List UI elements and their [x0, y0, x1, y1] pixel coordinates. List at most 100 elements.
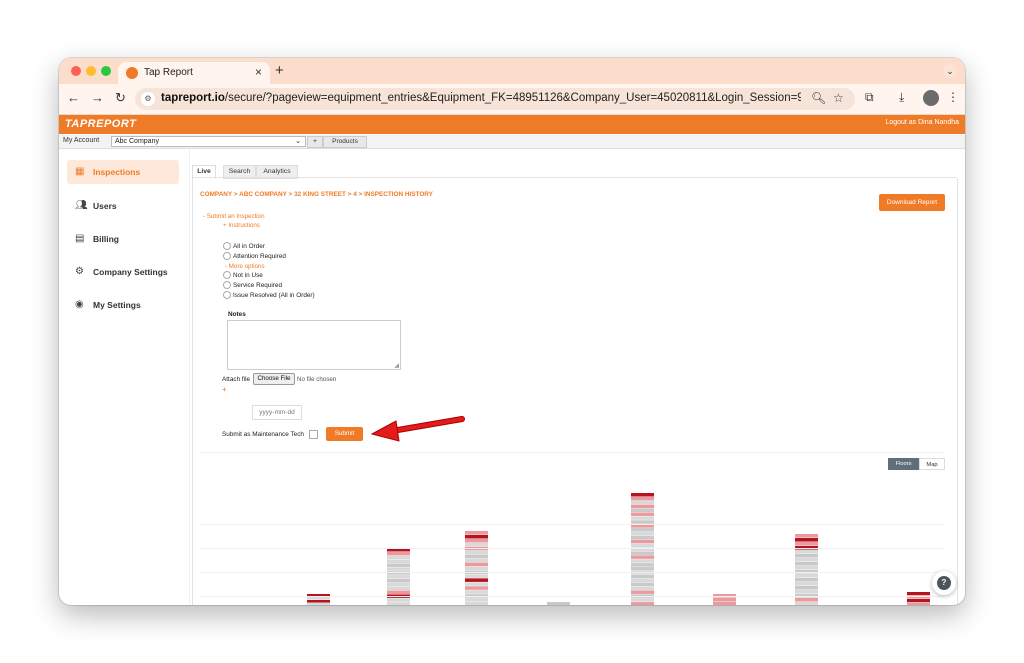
- company-select[interactable]: Abc Company ⌄: [111, 136, 306, 147]
- profile-avatar[interactable]: [923, 90, 939, 106]
- tab-title: Tap Report: [144, 67, 193, 78]
- sidebar-divider: [189, 148, 190, 605]
- sidebar-item-my-settings[interactable]: ◉ My Settings: [67, 293, 179, 317]
- maximize-window-button[interactable]: [101, 66, 111, 76]
- resize-grip-icon[interactable]: ◢: [394, 362, 399, 369]
- tapreport-logo[interactable]: TAPREPORT: [65, 118, 136, 130]
- bookmark-star-icon[interactable]: ☆: [833, 91, 844, 105]
- radio-not-in-use[interactable]: [223, 271, 231, 279]
- add-file-button[interactable]: +: [222, 385, 227, 394]
- radio-label: All in Order: [233, 243, 265, 250]
- floor-segment: [307, 600, 330, 603]
- my-account-link[interactable]: My Account: [63, 137, 99, 144]
- floor-segment: [631, 582, 654, 587]
- more-options-toggle[interactable]: - More options: [225, 263, 265, 270]
- users-icon: 👥︎: [75, 200, 88, 211]
- site-info-icon[interactable]: ⚙: [141, 92, 155, 106]
- choose-file-button[interactable]: Choose File: [253, 373, 295, 385]
- floor-segment: [631, 567, 654, 571]
- floor-segment: [631, 559, 654, 563]
- floor-segment: [387, 575, 410, 579]
- tab-search-icon[interactable]: ⌄: [943, 64, 957, 78]
- breadcrumb[interactable]: COMPANY > ABC COMPANY > 32 KING STREET >…: [200, 191, 433, 198]
- no-file-text: No file chosen: [297, 376, 337, 383]
- browser-tab[interactable]: Tap Report ×: [118, 62, 270, 84]
- radio-attention-required[interactable]: [223, 252, 231, 260]
- floor-segment: [631, 512, 654, 516]
- floor-segment: [631, 586, 654, 591]
- help-button[interactable]: ?: [932, 571, 956, 595]
- close-window-button[interactable]: [71, 66, 81, 76]
- floor-segment: [387, 590, 410, 594]
- floor-segment: [631, 516, 654, 520]
- add-company-button[interactable]: +: [307, 136, 323, 148]
- menu-kebab-icon[interactable]: ⋮: [947, 90, 959, 104]
- floor-segment: [465, 534, 488, 539]
- address-bar[interactable]: ⚙ tapreport.io/secure/?pageview=equipmen…: [135, 88, 855, 110]
- url-text: tapreport.io/secure/?pageview=equipment_…: [161, 92, 801, 104]
- floor-segment: [713, 598, 736, 602]
- floor-segment: [307, 597, 330, 600]
- products-button[interactable]: Products: [323, 136, 367, 148]
- instructions-link[interactable]: + Instructions: [223, 222, 260, 229]
- floor-segment: [631, 598, 654, 602]
- reload-icon[interactable]: ↻: [115, 90, 126, 106]
- new-tab-button[interactable]: +: [275, 62, 284, 79]
- inspections-icon: ▦: [75, 166, 85, 177]
- tab-strip: Tap Report × + ⌄: [59, 58, 965, 84]
- floor-segment: [465, 602, 488, 605]
- download-icon[interactable]: ⤓: [899, 90, 904, 105]
- sidebar-item-users[interactable]: 👥︎ Users: [67, 194, 179, 218]
- tab-close-icon[interactable]: ×: [255, 65, 262, 79]
- minimize-window-button[interactable]: [86, 66, 96, 76]
- extensions-icon[interactable]: ⧉: [865, 90, 874, 105]
- floor-segment: [631, 574, 654, 579]
- floor-segment: [465, 554, 488, 559]
- floor-segment: [795, 598, 818, 602]
- radio-all-in-order[interactable]: [223, 242, 231, 250]
- floor-segment: [465, 562, 488, 567]
- floors-view-button[interactable]: Floors: [888, 458, 919, 470]
- radio-service-required[interactable]: [223, 281, 231, 289]
- logout-link[interactable]: Logout as Dina Nandha: [885, 119, 959, 126]
- sidebar-item-inspections[interactable]: ▦ Inspections: [67, 160, 179, 184]
- sidebar-item-billing[interactable]: ▤ Billing: [67, 227, 179, 251]
- floor-segment: [465, 582, 488, 586]
- floor-segment: [387, 555, 410, 560]
- floor-segment: [465, 550, 488, 555]
- browser-toolbar: ← → ↻ ⚙ tapreport.io/secure/?pageview=eq…: [59, 84, 965, 115]
- floor-segment: [631, 504, 654, 509]
- floor-segment: [387, 551, 410, 556]
- billing-icon: ▤: [75, 233, 85, 244]
- floor-segment: [795, 602, 818, 605]
- floor-segment: [713, 602, 736, 605]
- date-input[interactable]: yyyy-mm-dd: [252, 405, 302, 420]
- forward-icon[interactable]: →: [91, 90, 104, 105]
- submit-inspection-toggle[interactable]: - Submit an Inspection: [203, 213, 265, 220]
- floor-segment: [387, 563, 410, 567]
- zoom-icon[interactable]: 🔍︎: [811, 91, 826, 105]
- floor-segment: [547, 602, 570, 605]
- floor-segment: [465, 566, 488, 571]
- floor-segment: [631, 602, 654, 605]
- tapreport-favicon-icon: [126, 67, 138, 79]
- floor-segment: [631, 590, 654, 594]
- map-view-button[interactable]: Map: [919, 458, 945, 470]
- floor-segment: [631, 531, 654, 536]
- maintenance-tech-checkbox[interactable]: [309, 430, 318, 439]
- floor-segment: [631, 528, 654, 532]
- radio-issue-resolved[interactable]: [223, 291, 231, 299]
- floor-segment: [631, 508, 654, 513]
- notes-textarea[interactable]: ◢: [227, 320, 401, 370]
- floor-segment: [631, 578, 654, 583]
- floor-segment: [387, 586, 410, 591]
- floor-segment: [795, 550, 818, 554]
- radio-label: Not in Use: [233, 272, 263, 279]
- divider: [200, 452, 944, 453]
- submit-button[interactable]: Submit: [326, 427, 363, 441]
- floor-segment: [631, 563, 654, 567]
- download-report-button[interactable]: Download Report: [879, 194, 945, 211]
- sidebar-item-company-settings[interactable]: ⚙ Company Settings: [67, 260, 179, 284]
- back-icon[interactable]: ←: [67, 90, 80, 105]
- floor-segment: [307, 603, 330, 605]
